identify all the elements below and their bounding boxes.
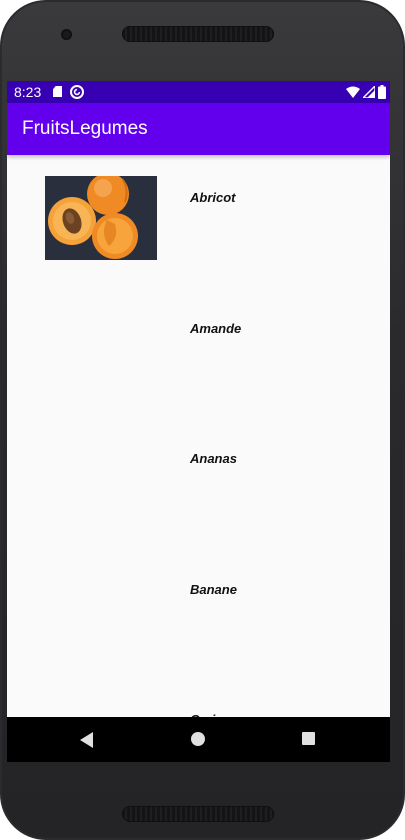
sd-card-icon [53,86,62,97]
apricot-illustration [45,176,157,260]
apricot-image [45,176,157,260]
battery-icon [378,85,386,99]
wifi-icon [346,86,360,98]
app-bar: FruitsLegumes [7,103,390,155]
sync-icon [70,85,84,99]
app-title: FruitsLegumes [22,118,148,139]
home-icon[interactable] [191,732,205,746]
bottom-speaker [122,806,274,822]
status-bar: 8:23 [7,81,390,103]
front-camera [61,29,72,40]
fruit-label: Abricot [190,190,236,205]
list-item[interactable]: Banane [7,547,390,677]
list-item[interactable]: Amande [7,286,390,416]
phone-frame: 8:23 FruitsLegumes Abricot Amande Ananas… [0,0,405,840]
fruit-label: Amande [190,321,242,336]
screen: 8:23 FruitsLegumes Abricot Amande Ananas… [7,81,390,762]
fruit-label: Ananas [190,451,237,466]
list-item[interactable]: Abricot [7,155,390,285]
earpiece-speaker [122,26,274,42]
fruit-list[interactable]: Abricot Amande Ananas Banane Cerise [7,155,390,727]
signal-icon [363,86,375,98]
back-icon[interactable] [80,732,93,748]
fruit-label: Banane [190,582,237,597]
navigation-bar [7,717,390,762]
status-time: 8:23 [14,84,42,100]
recents-icon[interactable] [302,732,315,745]
list-item[interactable]: Ananas [7,416,390,546]
status-indicators [346,85,386,99]
